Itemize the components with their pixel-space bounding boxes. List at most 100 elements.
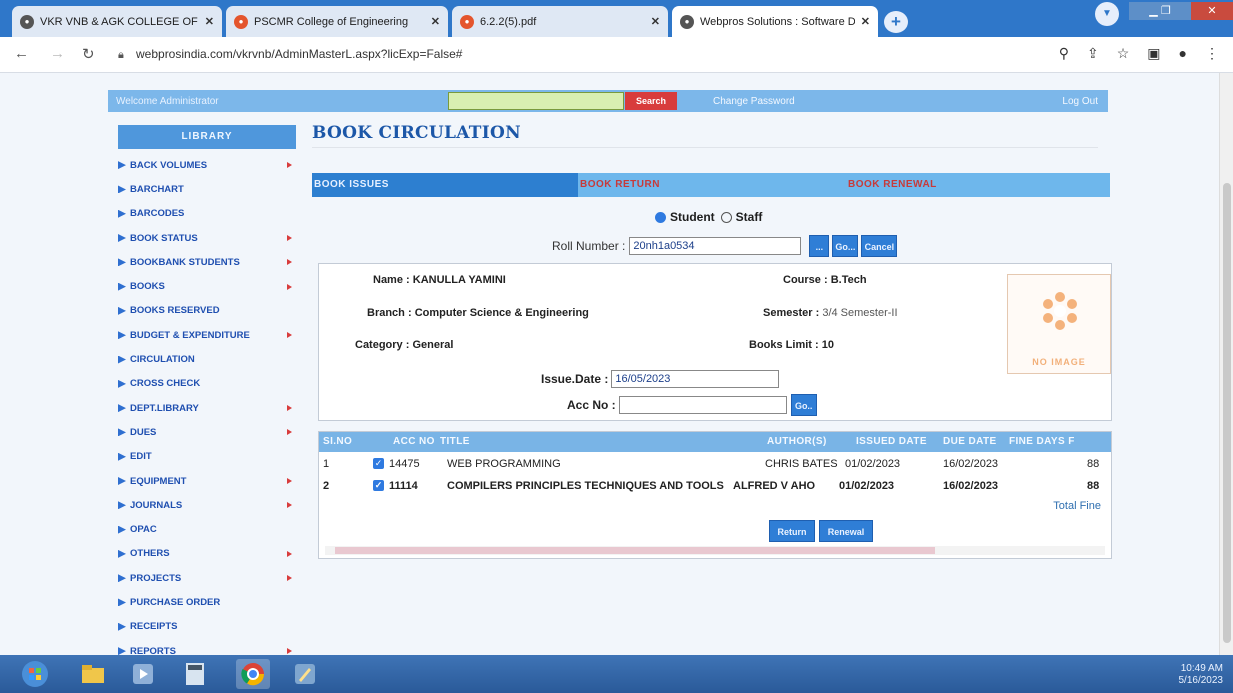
globe-icon: ● <box>680 14 694 29</box>
sidebar-item-receipts[interactable]: RECEIPTS <box>118 615 296 639</box>
sidebar-item-dues[interactable]: DUES <box>118 420 296 444</box>
share-icon[interactable]: ⇪ <box>1087 45 1099 62</box>
change-password-link[interactable]: Change Password <box>713 96 795 107</box>
paint-icon[interactable] <box>288 659 322 689</box>
sidebar-item-label: OTHERS <box>130 548 170 560</box>
sidebar-item-cross-check[interactable]: CROSS CHECK <box>118 372 296 396</box>
sidebar-item-projects[interactable]: PROJECTS <box>118 566 296 590</box>
sidebar-menu: BACK VOLUMES BARCHART BARCODES BOOK STATUS B… <box>118 153 296 663</box>
sidebar-item-books[interactable]: BOOKS <box>118 274 296 298</box>
sidebar-item-equipment[interactable]: EQUIPMENT <box>118 469 296 493</box>
sidebar-item-barchart[interactable]: BARCHART <box>118 177 296 201</box>
sidebar-item-purchase-order[interactable]: PURCHASE ORDER <box>118 590 296 614</box>
sidebar-item-edit[interactable]: EDIT <box>118 445 296 469</box>
back-arrow-icon[interactable]: ← <box>14 45 29 62</box>
sidebar-icon[interactable]: ▣ <box>1147 45 1160 62</box>
tab-book-renewal[interactable]: BOOK RENEWAL <box>844 173 1110 197</box>
pdf-icon: ● <box>460 14 474 29</box>
new-tab-plus-icon[interactable]: + <box>884 11 908 33</box>
menu-bullet-icon <box>118 525 126 534</box>
vertical-scrollbar[interactable] <box>1219 73 1233 655</box>
renewal-button[interactable]: Renewal <box>819 520 873 542</box>
go-button[interactable]: Go... <box>832 235 859 257</box>
sidebar-item-books-reserved[interactable]: BOOKS RESERVED <box>118 299 296 323</box>
address-bar: ← → ↻ 🔒︎ webprosindia.com/vkrvnb/AdminMa… <box>0 37 1233 73</box>
logout-link[interactable]: Log Out <box>1062 96 1098 107</box>
lookup-button[interactable]: ... <box>809 235 830 257</box>
close-window-icon[interactable]: ✕ <box>1191 2 1233 20</box>
issue-date-input[interactable]: 16/05/2023 <box>611 370 780 388</box>
sidebar-item-bookbank-students[interactable]: BOOKBANK STUDENTS <box>118 250 296 274</box>
sidebar-item-book-status[interactable]: BOOK STATUS <box>118 226 296 250</box>
chevron-down-icon[interactable]: ▼ <box>1095 2 1119 26</box>
browser-tab-pscmr[interactable]: ● PSCMR College of Engineering ✕ <box>226 6 448 37</box>
zoom-icon[interactable]: ⚲ <box>1059 45 1069 62</box>
browser-tab-pdf[interactable]: ● 6.2.2(5).pdf ✕ <box>452 6 668 37</box>
tab-book-issues[interactable]: BOOK ISSUES <box>312 173 578 197</box>
table-horizontal-scrollbar[interactable] <box>325 546 1105 555</box>
close-tab-icon[interactable]: ✕ <box>431 15 440 28</box>
sidebar-item-back-volumes[interactable]: BACK VOLUMES <box>118 153 296 177</box>
sidebar-item-label: DEPT.LIBRARY <box>130 402 199 414</box>
menu-dots-icon[interactable]: ⋮ <box>1205 45 1219 62</box>
close-tab-icon[interactable]: ✕ <box>651 15 660 28</box>
student-photo-placeholder: NO IMAGE <box>1007 274 1111 374</box>
cell-author: ALFRED V AHO <box>733 480 816 492</box>
forward-arrow-icon[interactable]: → <box>50 45 65 62</box>
browser-tab-vkr[interactable]: ● VKR VNB & AGK COLLEGE OF E ✕ <box>12 6 222 37</box>
star-icon[interactable]: ☆ <box>1117 45 1130 62</box>
staff-radio[interactable] <box>720 211 732 223</box>
return-button[interactable]: Return <box>769 520 815 542</box>
search-button[interactable]: Search <box>625 92 677 110</box>
calculator-icon[interactable] <box>178 659 212 689</box>
roll-number-input[interactable]: 20nh1a0534 <box>629 237 802 255</box>
site-icon: ● <box>234 14 248 29</box>
minimize-maximize-icon[interactable]: ▁ ❐ <box>1129 2 1191 20</box>
tab-book-return[interactable]: BOOK RETURN <box>578 173 844 197</box>
search-input[interactable] <box>448 92 624 110</box>
semester-value: 3/4 Semester-II <box>822 307 898 319</box>
system-tray-clock[interactable]: 10:49 AM 5/16/2023 <box>1179 663 1224 687</box>
roll-number-label: Roll Number : <box>552 239 626 253</box>
sidebar-item-barcodes[interactable]: BARCODES <box>118 202 296 226</box>
sidebar-item-dept-library[interactable]: DEPT.LIBRARY <box>118 396 296 420</box>
close-tab-icon[interactable]: ✕ <box>205 15 214 28</box>
file-explorer-icon[interactable] <box>76 659 110 689</box>
start-button[interactable] <box>18 659 52 689</box>
acc-no-label: Acc No : <box>567 398 616 412</box>
student-semester: Semester : 3/4 Semester-II <box>763 307 898 319</box>
no-image-icon <box>1043 292 1077 330</box>
sidebar-item-circulation[interactable]: CIRCULATION <box>118 347 296 371</box>
sidebar-item-label: OPAC <box>130 524 157 536</box>
sidebar-item-opac[interactable]: OPAC <box>118 517 296 541</box>
sidebar-item-budget-expenditure[interactable]: BUDGET & EXPENDITURE <box>118 323 296 347</box>
close-tab-icon[interactable]: ✕ <box>861 15 870 28</box>
row-checkbox[interactable]: ✓ <box>373 458 384 469</box>
menu-bullet-icon <box>118 647 126 656</box>
row-checkbox[interactable]: ✓ <box>373 480 384 491</box>
reload-icon[interactable]: ↻ <box>82 45 95 63</box>
scrollbar-thumb[interactable] <box>1223 183 1231 643</box>
menu-bullet-icon <box>118 234 126 243</box>
media-player-icon[interactable] <box>126 659 160 689</box>
main-content: BOOK CIRCULATION BOOK ISSUES BOOK RETURN… <box>312 123 1112 559</box>
sidebar-item-others[interactable]: OTHERS <box>118 542 296 566</box>
student-info-panel: Name : KANULLA YAMINI Course : B.Tech Br… <box>318 263 1112 421</box>
menu-bullet-icon <box>118 282 126 291</box>
url-field[interactable]: 🔒︎ webprosindia.com/vkrvnb/AdminMasterL.… <box>118 47 462 61</box>
browser-tab-webpros[interactable]: ● Webpros Solutions : Software D ✕ <box>672 6 878 37</box>
chrome-icon[interactable] <box>236 659 270 689</box>
course-value: B.Tech <box>830 274 867 286</box>
student-radio[interactable] <box>655 211 666 223</box>
sidebar-item-journals[interactable]: JOURNALS <box>118 493 296 517</box>
circulation-tabs: BOOK ISSUES BOOK RETURN BOOK RENEWAL <box>312 173 1110 197</box>
profile-icon[interactable]: ● <box>1179 45 1187 62</box>
acc-no-input[interactable] <box>618 396 787 414</box>
menu-bullet-icon <box>118 379 126 388</box>
submenu-arrow-icon <box>287 502 292 509</box>
submenu-arrow-icon <box>287 575 292 582</box>
acc-go-button[interactable]: Go.. <box>790 394 817 416</box>
scrollbar-thumb[interactable] <box>335 547 935 554</box>
menu-bullet-icon <box>118 428 126 437</box>
cancel-button[interactable]: Cancel <box>861 235 898 257</box>
